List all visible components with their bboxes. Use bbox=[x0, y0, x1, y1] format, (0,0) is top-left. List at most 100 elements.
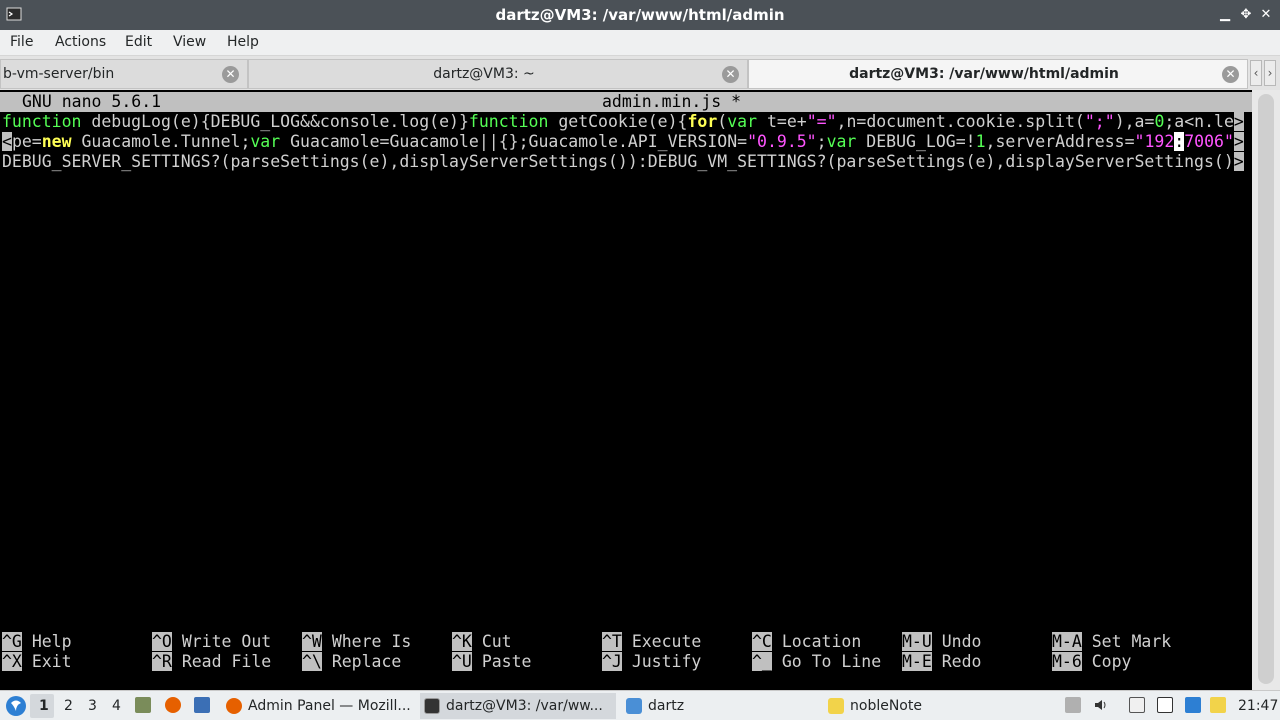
shortcut-item: ^C Location bbox=[752, 632, 861, 652]
code-token: ( bbox=[717, 112, 728, 131]
nano-version: GNU nano 5.6.1 bbox=[22, 92, 162, 111]
shortcut-label: Go To Line bbox=[781, 652, 882, 671]
code-token: getCookie(e){ bbox=[548, 112, 688, 131]
workspace-3[interactable]: 3 bbox=[88, 695, 97, 717]
terminal-scrollbar[interactable] bbox=[1252, 90, 1280, 690]
workspace-2[interactable]: 2 bbox=[64, 695, 73, 717]
notes-tray-icon[interactable] bbox=[1129, 697, 1145, 713]
note-icon bbox=[828, 698, 844, 714]
shortcut-key: M-6 bbox=[1052, 652, 1082, 671]
menu-bar: File Actions Edit View Help bbox=[0, 30, 1280, 56]
window-titlebar: dartz@VM3: /var/www/html/admin ▁ ✥ ✕ bbox=[0, 0, 1280, 30]
window-title: dartz@VM3: /var/www/html/admin bbox=[495, 6, 785, 24]
task-firefox[interactable]: Admin Panel — Mozill... bbox=[222, 693, 418, 719]
bluetooth-icon[interactable] bbox=[1185, 697, 1201, 713]
shortcut-key: ^O bbox=[152, 632, 172, 651]
shortcut-item: ^K Cut bbox=[452, 632, 512, 652]
shortcut-key: M-U bbox=[902, 632, 932, 651]
shortcut-item: ^_ Go To Line bbox=[752, 652, 881, 672]
shortcut-label: Cut bbox=[481, 632, 512, 651]
code-token: "0.9.5" bbox=[747, 132, 817, 151]
tab-label: b-vm-server/bin bbox=[3, 66, 115, 82]
shortcut-key: ^R bbox=[152, 652, 172, 671]
tab-vm-server-bin[interactable]: b-vm-server/bin ✕ bbox=[0, 59, 248, 89]
shortcut-key: M-E bbox=[902, 652, 932, 671]
clipboard-tray-icon[interactable] bbox=[1065, 697, 1081, 713]
workspace-4[interactable]: 4 bbox=[112, 695, 121, 717]
shortcut-item: ^R Read File bbox=[152, 652, 271, 672]
menu-file[interactable]: File bbox=[10, 34, 33, 50]
tab-scroll-right-icon[interactable]: › bbox=[1264, 60, 1276, 86]
app-launcher-icon[interactable] bbox=[5, 695, 27, 717]
menu-edit[interactable]: Edit bbox=[125, 34, 152, 50]
workspace-1[interactable]: 1 bbox=[39, 695, 49, 717]
shortcut-item: ^G Help bbox=[2, 632, 72, 652]
code-line-3: DEBUG_SERVER_SETTINGS?(parseSettings(e),… bbox=[2, 152, 1244, 172]
shortcut-label: Exit bbox=[31, 652, 72, 671]
tab-home[interactable]: dartz@VM3: ~ ✕ bbox=[248, 59, 748, 89]
shortcut-item: M-A Set Mark bbox=[1052, 632, 1171, 652]
code-token: var bbox=[727, 112, 758, 131]
shortcut-label: Where Is bbox=[331, 632, 412, 651]
code-line-1: function debugLog(e){DEBUG_LOG&&console.… bbox=[2, 112, 1244, 132]
notes-app-tray-icon[interactable] bbox=[1210, 697, 1226, 713]
task-label: Admin Panel — Mozill... bbox=[248, 698, 411, 714]
task-terminal[interactable]: dartz@VM3: /var/ww... bbox=[420, 693, 616, 719]
code-token: ),a= bbox=[1114, 112, 1155, 131]
close-icon[interactable]: ✕ bbox=[1258, 7, 1274, 23]
terminal-icon bbox=[424, 698, 440, 714]
shortcut-key: ^T bbox=[602, 632, 622, 651]
shortcut-key: ^X bbox=[2, 652, 22, 671]
code-token: ; bbox=[816, 132, 827, 151]
shortcut-label: Read File bbox=[181, 652, 272, 671]
shortcut-label: Redo bbox=[941, 652, 982, 671]
text-cursor: : bbox=[1174, 132, 1185, 151]
file-manager-launcher-icon[interactable] bbox=[135, 697, 151, 713]
firefox-launcher-icon[interactable] bbox=[165, 697, 181, 713]
terminal-view[interactable]: GNU nano 5.6.1 admin.min.js * function d… bbox=[0, 90, 1252, 690]
shortcut-label: Justify bbox=[631, 652, 702, 671]
shortcut-item: M-6 Copy bbox=[1052, 652, 1132, 672]
shortcut-key: ^_ bbox=[752, 652, 772, 671]
scrollbar-thumb[interactable] bbox=[1258, 94, 1274, 684]
tab-scroll-left-icon[interactable]: ‹ bbox=[1250, 60, 1262, 86]
code-token: Guacamole.Tunnel; bbox=[71, 132, 251, 151]
code-token: t=e+ bbox=[757, 112, 807, 131]
tab-bar: b-vm-server/bin ✕ dartz@VM3: ~ ✕ dartz@V… bbox=[0, 56, 1280, 90]
task-label: dartz@VM3: /var/ww... bbox=[446, 698, 603, 714]
menu-actions[interactable]: Actions bbox=[55, 34, 106, 50]
code-token: DEBUG_LOG=! bbox=[856, 132, 976, 151]
tab-label: dartz@VM3: ~ bbox=[433, 66, 535, 82]
code-token: "=" bbox=[806, 112, 837, 131]
volume-icon[interactable] bbox=[1093, 697, 1109, 713]
shortcut-key: ^W bbox=[302, 632, 322, 651]
display-tray-icon[interactable] bbox=[1157, 697, 1173, 713]
maximize-icon[interactable]: ✥ bbox=[1238, 7, 1254, 23]
line-continuation-marker: < bbox=[2, 132, 12, 151]
code-token: 1 bbox=[975, 132, 986, 151]
clock: 21:47 bbox=[1238, 698, 1279, 714]
menu-help[interactable]: Help bbox=[227, 34, 259, 50]
shortcut-key: ^G bbox=[2, 632, 22, 651]
tab-close-icon[interactable]: ✕ bbox=[1222, 66, 1239, 83]
task-folder[interactable]: dartz bbox=[622, 693, 818, 719]
code-token: new bbox=[41, 132, 72, 151]
tab-close-icon[interactable]: ✕ bbox=[722, 66, 739, 83]
shortcut-key: ^\ bbox=[302, 652, 322, 671]
tab-admin[interactable]: dartz@VM3: /var/www/html/admin ✕ bbox=[748, 59, 1248, 89]
shortcut-item: ^J Justify bbox=[602, 652, 701, 672]
shortcut-key: ^C bbox=[752, 632, 772, 651]
minimize-icon[interactable]: ▁ bbox=[1217, 7, 1233, 23]
code-token: Guacamole=Guacamole||{};Guacamole.API_VE… bbox=[280, 132, 748, 151]
code-token: var bbox=[826, 132, 857, 151]
desktop-launcher-icon[interactable] bbox=[194, 697, 210, 713]
code-token: ,serverAddress= bbox=[985, 132, 1135, 151]
task-noblenote[interactable]: nobleNote bbox=[824, 693, 1020, 719]
shortcut-key: ^U bbox=[452, 652, 472, 671]
menu-view[interactable]: View bbox=[173, 34, 206, 50]
tab-label: dartz@VM3: /var/www/html/admin bbox=[849, 66, 1119, 82]
shortcut-label: Execute bbox=[631, 632, 702, 651]
tab-close-icon[interactable]: ✕ bbox=[222, 66, 239, 83]
shortcut-item: ^U Paste bbox=[452, 652, 531, 672]
code-token: function bbox=[2, 112, 82, 131]
